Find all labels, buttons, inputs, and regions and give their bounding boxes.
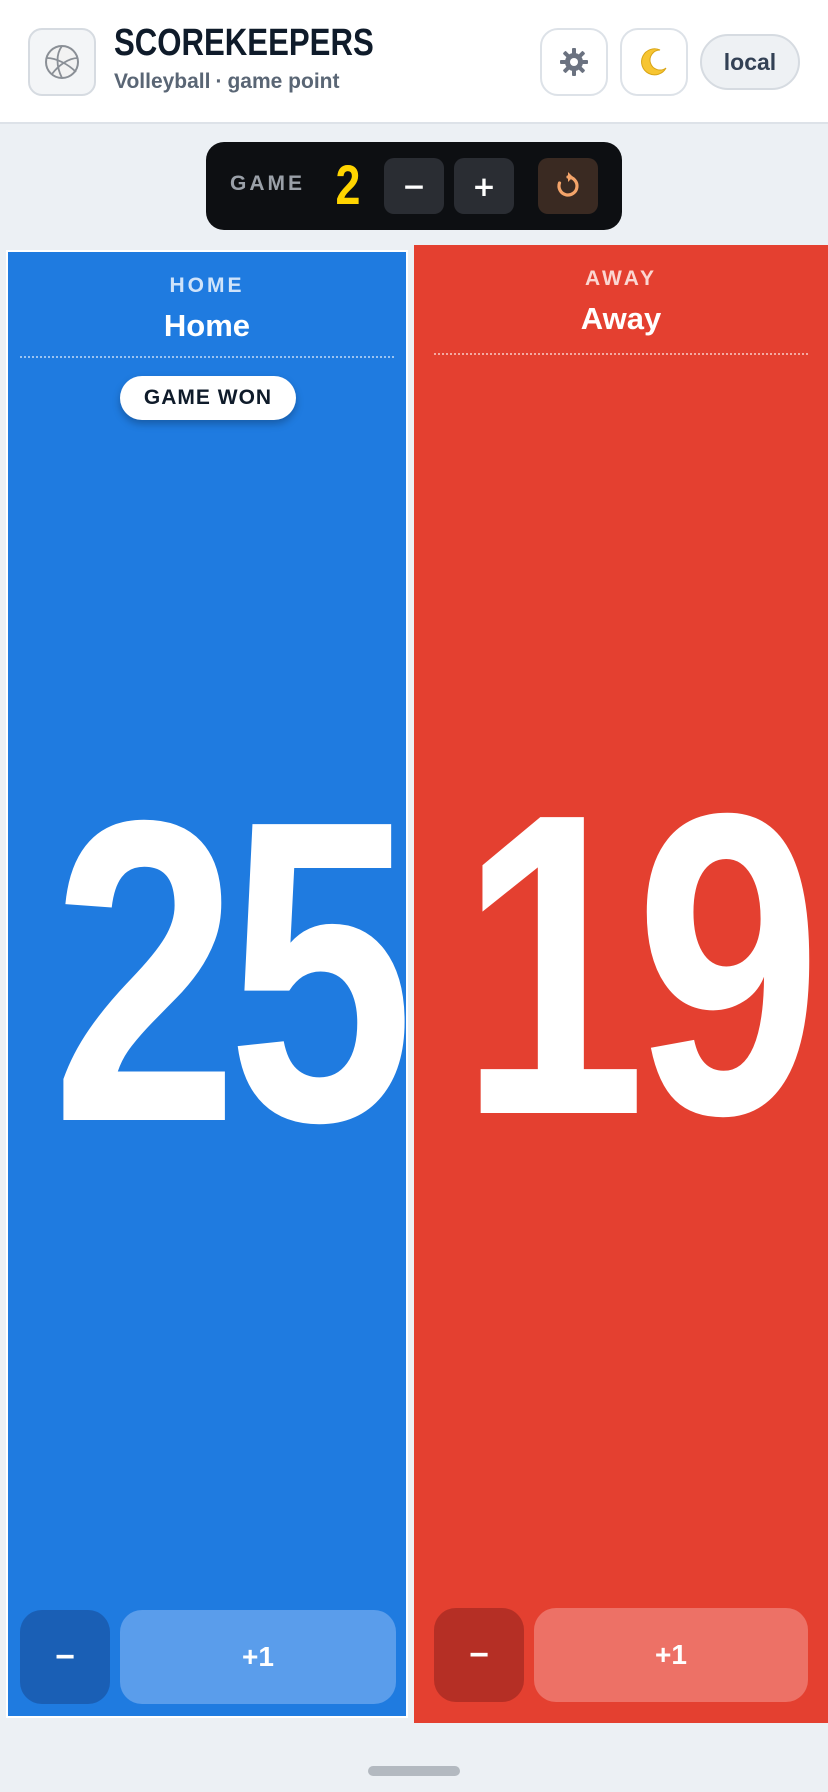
away-team-name[interactable]: Away [414, 301, 828, 337]
home-team-name[interactable]: Home [8, 308, 406, 344]
home-score[interactable]: 25 [52, 757, 414, 1187]
reset-icon [557, 172, 579, 197]
gear-icon [560, 48, 588, 76]
app-subtitle: Volleyball · game point [114, 70, 340, 94]
away-tag: AWAY [585, 267, 657, 290]
game-control-bar: GAME 2 − + [206, 142, 622, 230]
game-won-badge: GAME WON [120, 376, 296, 420]
mode-label: game point [227, 70, 340, 93]
home-divider [20, 356, 394, 358]
subtitle-separator: · [215, 70, 223, 93]
reset-button[interactable] [538, 158, 598, 214]
moon-icon [641, 48, 667, 76]
settings-button[interactable] [540, 28, 608, 96]
app-header: SCOREKEEPERS Volleyball · game point local [0, 0, 828, 124]
home-tag: HOME [169, 274, 245, 297]
home-team-panel: HOME Home GAME WON 25 − +1 [6, 250, 414, 1718]
home-plus-one-button[interactable]: +1 [120, 1610, 396, 1704]
app-title: SCOREKEEPERS [114, 22, 374, 64]
home-minus-button[interactable]: − [20, 1610, 110, 1704]
game-increment-button[interactable]: + [454, 158, 514, 214]
local-mode-button[interactable]: local [700, 34, 800, 90]
volleyball-icon [45, 45, 79, 79]
home-indicator-bar[interactable] [368, 1766, 460, 1776]
away-score[interactable]: 19 [460, 750, 822, 1180]
sport-label: Volleyball [114, 70, 211, 93]
game-label: GAME [230, 172, 305, 195]
away-plus-one-button[interactable]: +1 [534, 1608, 808, 1702]
away-divider [434, 353, 808, 355]
logo-button[interactable] [28, 28, 96, 96]
away-team-panel: AWAY Away 19 − +1 [414, 245, 828, 1723]
away-minus-button[interactable]: − [434, 1608, 524, 1702]
game-number: 2 [335, 153, 361, 216]
theme-toggle-button[interactable] [620, 28, 688, 96]
game-decrement-button[interactable]: − [384, 158, 444, 214]
